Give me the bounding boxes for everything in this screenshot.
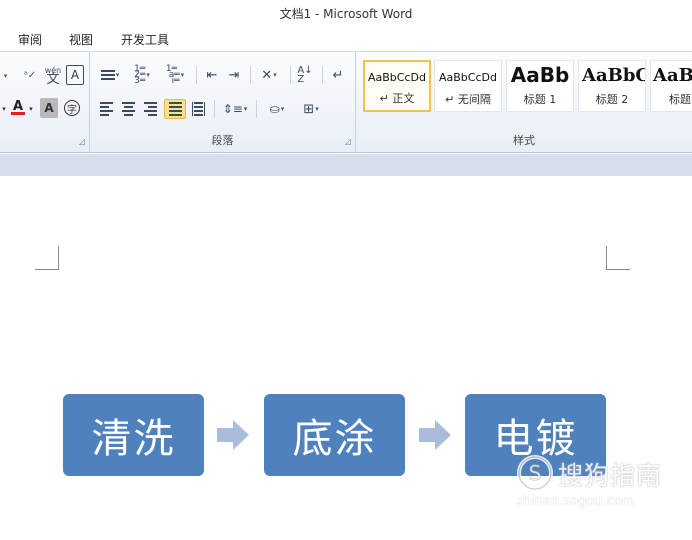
title-bar: 文档1 - Microsoft Word [0, 0, 692, 26]
borders-button[interactable]: ⊞ ▾ [296, 99, 326, 119]
decrease-indent-icon[interactable]: ⇤ [202, 65, 222, 85]
align-left-button[interactable] [96, 99, 116, 119]
tab-view[interactable]: 视图 [69, 31, 93, 48]
style-title[interactable]: AaB 标题 [650, 60, 692, 112]
show-formatting-marks-icon[interactable]: ↵ [328, 65, 348, 85]
phonetic-guide-button[interactable]: wén 文 [42, 65, 64, 87]
justify-button[interactable] [164, 99, 186, 119]
paragraph-group-label: 段落 [211, 134, 234, 147]
justify-icon [168, 102, 182, 116]
font-group: ▾ ᵃ✓ wén 文 A ▾ A ▾ A 字 ◿ [0, 52, 90, 152]
character-border-button[interactable]: A [66, 65, 84, 85]
process-arrow-icon [217, 420, 249, 450]
separator [322, 66, 323, 84]
borders-icon: ⊞ [303, 101, 315, 117]
enclosed-characters-button[interactable]: 字 [62, 98, 82, 118]
numbering-button[interactable]: 1═ 2═ 3═ ▾ [128, 64, 156, 86]
increase-indent-icon[interactable]: ⇥ [224, 65, 244, 85]
separator [250, 66, 251, 84]
style-name: 标题 [669, 93, 691, 106]
watermark-main-text: 搜狗指南 [558, 461, 663, 490]
tab-review[interactable]: 审阅 [18, 31, 42, 48]
sort-icon: A↓ Z [297, 65, 313, 85]
chinese-layout-button[interactable]: ✕ ▾ [254, 65, 284, 85]
distributed-icon [191, 102, 205, 116]
font-color-swatch [11, 112, 25, 115]
page-corner-mark-left [35, 246, 59, 270]
phonetic-char-icon: 文 [46, 72, 60, 87]
styles-group: AaBbCcDd ↵ 正文 AaBbCcDd ↵ 无间隔 AaBb 标题 1 A… [356, 52, 692, 152]
bullets-button[interactable]: ▾ [96, 65, 124, 85]
ribbon: ▾ ᵃ✓ wén 文 A ▾ A ▾ A 字 ◿ ▾ 1═ 2═ 3═ ▾ 1═ a═ [0, 51, 692, 153]
dropdown-arrow-icon[interactable]: ▾ [0, 99, 8, 119]
style-sample: AaBb [510, 63, 570, 87]
ribbon-tabs: 审阅 视图 开发工具 [0, 26, 692, 51]
separator [214, 100, 215, 118]
svg-text:S: S [529, 461, 542, 485]
distributed-button[interactable] [188, 99, 208, 119]
sogou-logo-icon: S [517, 455, 553, 491]
paint-bucket-icon: ⛀ [269, 102, 280, 116]
chinese-layout-icon: ✕ [261, 67, 273, 83]
styles-group-label: 样式 [513, 134, 535, 147]
enclosed-char-icon: 字 [64, 100, 80, 116]
dropdown-arrow-icon[interactable]: ▾ [27, 99, 35, 119]
bullets-icon [100, 70, 115, 80]
tab-developer[interactable]: 开发工具 [121, 31, 169, 48]
paragraph-dialog-launcher-icon[interactable]: ◿ [345, 137, 351, 146]
page-corner-mark-right [606, 246, 630, 270]
line-spacing-icon: ⇕≡ [222, 102, 243, 116]
dropdown-arrow-icon[interactable]: ▾ [0, 66, 10, 86]
numbering-icon: 1═ 2═ 3═ [134, 64, 146, 86]
character-shading-button[interactable]: A [40, 98, 58, 118]
shading-button[interactable]: ⛀ ▾ [262, 99, 292, 119]
process-step-label: 清洗 [91, 416, 176, 462]
paragraph-group: ▾ 1═ 2═ 3═ ▾ 1═ a═ i═ ▾ ⇤ ⇥ ✕ ▾ A↓ Z ↵ ⇕… [90, 52, 356, 152]
style-sample: AaBbCcDd [368, 71, 426, 84]
style-heading-1[interactable]: AaBb 标题 1 [506, 60, 574, 112]
style-name: 标题 1 [523, 93, 557, 106]
separator [196, 66, 197, 84]
process-step-box[interactable]: 底涂 [264, 394, 405, 476]
document-top-band [0, 154, 692, 176]
style-sample: AaB [653, 65, 692, 86]
style-normal[interactable]: AaBbCcDd ↵ 正文 [363, 60, 431, 112]
style-name: ↵ 正文 [379, 92, 415, 105]
align-right-button[interactable] [140, 99, 160, 119]
multilevel-list-icon: 1═ a═ i═ [165, 64, 180, 86]
process-step-box[interactable]: 清洗 [63, 394, 204, 476]
align-right-icon [143, 102, 157, 116]
window-title: 文档1 - Microsoft Word [279, 7, 413, 21]
font-color-button[interactable]: A [10, 98, 26, 118]
sort-button[interactable]: A↓ Z [294, 65, 316, 85]
process-arrow-icon [419, 420, 451, 450]
clear-formatting-icon[interactable]: ᵃ✓ [20, 65, 40, 85]
style-sample: AaBbC [582, 65, 646, 86]
font-color-label: A [12, 99, 24, 114]
align-left-icon [99, 102, 113, 116]
align-center-icon [121, 102, 135, 116]
style-heading-2[interactable]: AaBbC 标题 2 [578, 60, 646, 112]
separator [290, 66, 291, 84]
process-step-label: 底涂 [292, 416, 377, 462]
separator [256, 100, 257, 118]
style-name: 标题 2 [595, 93, 629, 106]
style-name: ↵ 无间隔 [445, 93, 491, 106]
watermark-url-text: zhinan.sogou.com [516, 494, 635, 509]
style-no-spacing[interactable]: AaBbCcDd ↵ 无间隔 [434, 60, 502, 112]
sogou-watermark: S 搜狗指南 zhinan.sogou.com [514, 454, 684, 514]
font-dialog-launcher-icon[interactable]: ◿ [79, 137, 85, 146]
line-spacing-button[interactable]: ⇕≡ ▾ [220, 99, 250, 119]
multilevel-list-button[interactable]: 1═ a═ i═ ▾ [160, 64, 190, 86]
style-sample: AaBbCcDd [439, 71, 497, 84]
align-center-button[interactable] [118, 99, 138, 119]
